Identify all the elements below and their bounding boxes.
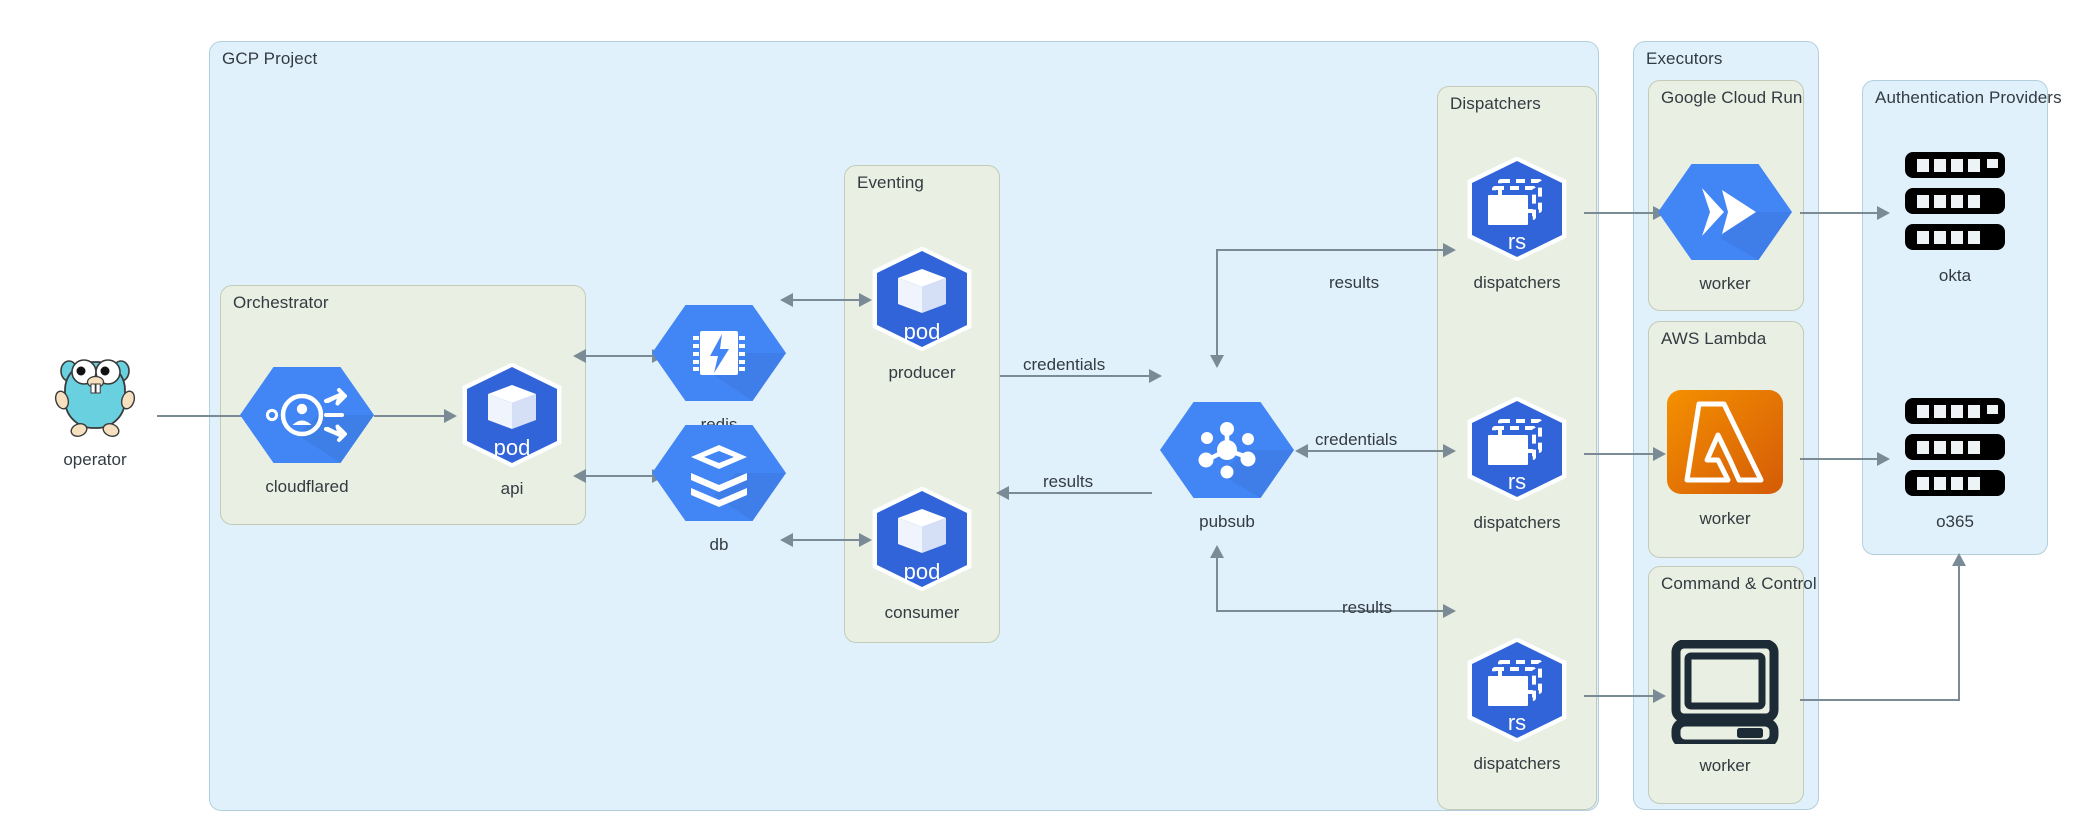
node-operator-label: operator xyxy=(63,450,126,470)
node-consumer-label: consumer xyxy=(885,603,960,623)
edge-label-results-bottom: results xyxy=(1342,598,1392,618)
gcp-identity-aware-proxy-icon xyxy=(240,365,374,470)
edge-pubsub-consumer-arrowhead xyxy=(996,486,1009,500)
k8s-replicaset-icon: rs xyxy=(1462,157,1572,266)
edge-dispatchers-mid-lambda xyxy=(1584,453,1656,455)
node-redis[interactable]: redis xyxy=(652,303,786,435)
edge-label-credentials-producer: credentials xyxy=(1023,355,1105,375)
edge-api-redis-arrowhead-left xyxy=(573,349,586,363)
node-api[interactable]: pod api xyxy=(444,363,580,499)
group-auth-providers-label: Authentication Providers xyxy=(1875,88,2062,108)
edge-dispatchers-top-pubsub-arrowhead-down xyxy=(1210,355,1224,368)
node-cloudflared-label: cloudflared xyxy=(265,477,348,497)
node-o365-label: o365 xyxy=(1936,512,1974,532)
edge-label-credentials-dispatchers: credentials xyxy=(1315,430,1397,450)
k8s-pod-icon: pod xyxy=(457,363,567,472)
node-dispatchers-mid-label: dispatchers xyxy=(1474,513,1561,533)
server-rack-icon xyxy=(1901,396,2009,505)
edge-pubsub-dispatchers-mid xyxy=(1302,450,1450,452)
group-command-and-control-label: Command & Control xyxy=(1661,574,1817,594)
group-dispatchers-label: Dispatchers xyxy=(1450,94,1541,114)
node-producer[interactable]: pod producer xyxy=(864,247,980,383)
edge-dispatchers-bot-pubsub-arrowhead-right xyxy=(1443,604,1456,618)
node-consumer[interactable]: pod consumer xyxy=(864,487,980,623)
group-gcp-project-label: GCP Project xyxy=(222,49,317,69)
go-gopher-icon xyxy=(49,338,141,443)
google-cloud-run-icon xyxy=(1658,162,1792,267)
edge-c2-o365-h xyxy=(1800,699,1960,701)
edge-dispatchers-bot-pubsub-v xyxy=(1216,552,1218,610)
edge-api-db xyxy=(580,475,658,477)
k8s-pod-badge: pod xyxy=(494,435,531,460)
k8s-replicaset-badge: rs xyxy=(1508,469,1526,494)
node-worker-cloudrun-label: worker xyxy=(1699,274,1750,294)
node-pubsub-label: pubsub xyxy=(1199,512,1255,532)
group-eventing-label: Eventing xyxy=(857,173,924,193)
node-okta[interactable]: okta xyxy=(1890,150,2020,286)
edge-cloudrun-okta-arrowhead xyxy=(1877,206,1890,220)
node-dispatchers-mid[interactable]: rs dispatchers xyxy=(1458,397,1576,533)
node-operator[interactable]: operator xyxy=(35,338,155,470)
node-worker-c2[interactable]: worker xyxy=(1660,640,1790,776)
edge-dispatchers-top-cloudrun xyxy=(1584,212,1656,214)
group-executors-label: Executors xyxy=(1646,49,1723,69)
gcp-database-icon xyxy=(652,423,786,528)
edge-cloudrun-okta xyxy=(1800,212,1880,214)
node-dispatchers-bot[interactable]: rs dispatchers xyxy=(1458,638,1576,774)
edge-label-results-consumer: results xyxy=(1043,472,1093,492)
aws-lambda-icon xyxy=(1660,387,1790,502)
node-dispatchers-top[interactable]: rs dispatchers xyxy=(1458,157,1576,293)
node-pubsub[interactable]: pubsub xyxy=(1152,400,1302,532)
edge-cloudflared-api xyxy=(374,415,446,417)
desktop-computer-icon xyxy=(1660,640,1790,749)
node-worker-c2-label: worker xyxy=(1699,756,1750,776)
gcp-memorystore-icon xyxy=(652,303,786,408)
k8s-pod-badge: pod xyxy=(904,559,941,584)
architecture-diagram: GCP Project Orchestrator Eventing Dispat… xyxy=(0,0,2093,838)
k8s-pod-icon: pod xyxy=(867,487,977,596)
k8s-replicaset-badge: rs xyxy=(1508,229,1526,254)
node-cloudflared[interactable]: cloudflared xyxy=(240,365,374,497)
edge-dispatchers-bot-pubsub-arrowhead-up xyxy=(1210,545,1224,558)
node-worker-lambda-label: worker xyxy=(1699,509,1750,529)
node-api-label: api xyxy=(501,479,524,499)
edge-label-results-top: results xyxy=(1329,273,1379,293)
edge-producer-pubsub-arrowhead xyxy=(1149,369,1162,383)
k8s-pod-icon: pod xyxy=(867,247,977,356)
edge-redis-producer xyxy=(787,299,865,301)
group-orchestrator-label: Orchestrator xyxy=(233,293,329,313)
edge-api-redis xyxy=(580,355,658,357)
k8s-replicaset-badge: rs xyxy=(1508,710,1526,735)
edge-dispatchers-bot-c2 xyxy=(1584,695,1656,697)
k8s-pod-badge: pod xyxy=(904,319,941,344)
server-rack-icon xyxy=(1901,150,2009,259)
group-aws-lambda-label: AWS Lambda xyxy=(1661,329,1766,349)
node-worker-lambda[interactable]: worker xyxy=(1660,387,1790,529)
edge-operator-cloudflared xyxy=(157,415,247,417)
node-o365[interactable]: o365 xyxy=(1890,396,2020,532)
node-dispatchers-bot-label: dispatchers xyxy=(1474,754,1561,774)
edge-dispatchers-top-pubsub-v xyxy=(1216,249,1218,359)
edge-lambda-o365-arrowhead xyxy=(1877,452,1890,466)
edge-c2-o365-arrowhead xyxy=(1952,553,1966,566)
node-worker-cloudrun[interactable]: worker xyxy=(1658,162,1792,294)
gcp-pubsub-icon xyxy=(1160,400,1294,505)
node-okta-label: okta xyxy=(1939,266,1971,286)
node-dispatchers-top-label: dispatchers xyxy=(1474,273,1561,293)
edge-dispatchers-top-pubsub-arrowhead-right xyxy=(1443,243,1456,257)
k8s-replicaset-icon: rs xyxy=(1462,638,1572,747)
edge-producer-pubsub xyxy=(1000,375,1152,377)
edge-dispatchers-top-pubsub-h xyxy=(1216,249,1450,251)
k8s-replicaset-icon: rs xyxy=(1462,397,1572,506)
edge-lambda-o365 xyxy=(1800,458,1880,460)
node-db-label: db xyxy=(710,535,729,555)
group-google-cloud-run-label: Google Cloud Run xyxy=(1661,88,1802,108)
node-db[interactable]: db xyxy=(652,423,786,555)
edge-c2-o365-v xyxy=(1958,566,1960,700)
edge-dispatchers-bot-pubsub-h xyxy=(1216,610,1450,612)
edge-db-consumer xyxy=(787,539,865,541)
edge-pubsub-dispatchers-mid-arrowhead-right xyxy=(1443,444,1456,458)
node-producer-label: producer xyxy=(888,363,955,383)
edge-pubsub-consumer xyxy=(1000,492,1152,494)
